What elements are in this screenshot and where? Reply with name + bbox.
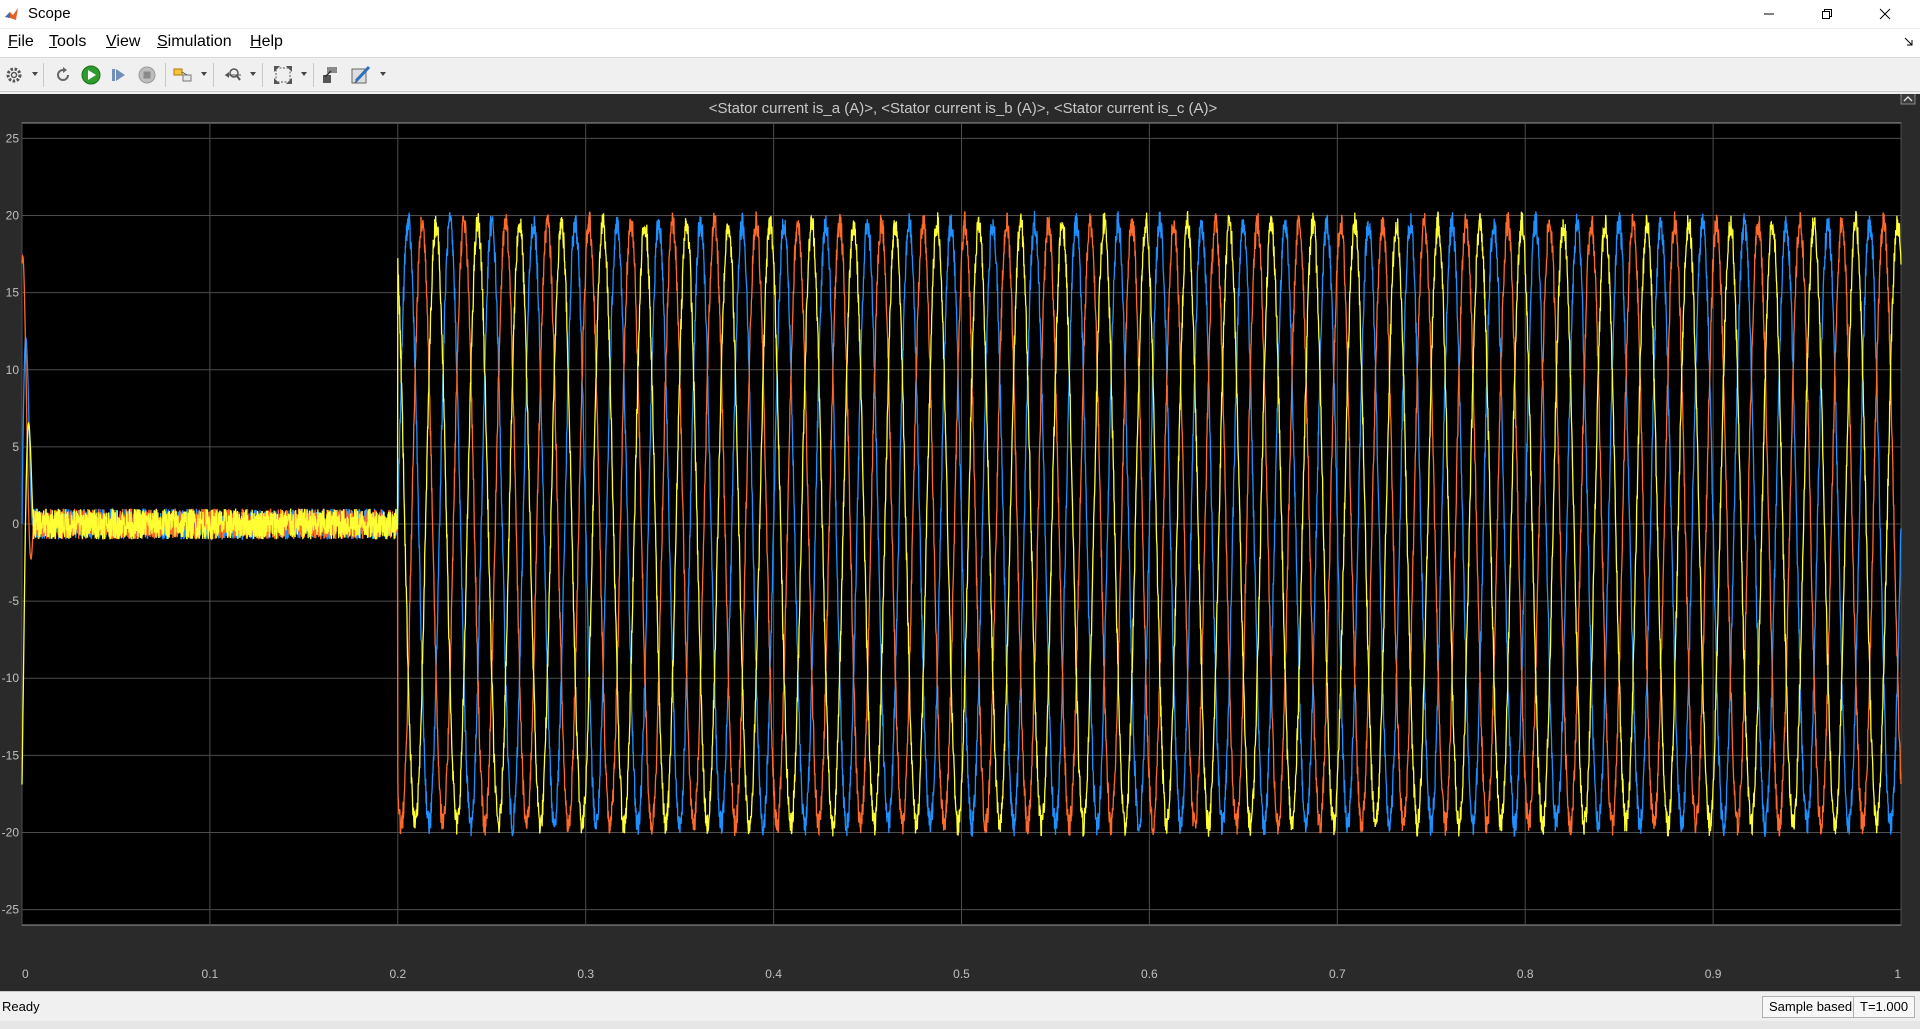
step-back-button[interactable] bbox=[52, 64, 74, 86]
y-tick-label: 25 bbox=[6, 131, 20, 145]
status-text: Ready bbox=[2, 999, 40, 1014]
x-tick-label: 0 bbox=[22, 967, 29, 981]
menu-tools[interactable]: Tools bbox=[49, 33, 86, 51]
highlight-simulink-block-icon bbox=[173, 68, 192, 82]
menu-simulation-label: imulation bbox=[167, 33, 232, 50]
menu-view-mnemonic: V bbox=[106, 33, 117, 50]
restore-view-button[interactable] bbox=[320, 64, 342, 86]
menu-help[interactable]: Help bbox=[250, 33, 283, 51]
x-tick-label: 0.3 bbox=[577, 967, 594, 981]
stop-button[interactable] bbox=[136, 64, 158, 86]
menu-simulation-mnemonic: S bbox=[157, 33, 168, 50]
y-tick-label: 10 bbox=[6, 363, 20, 377]
menu-bar: File Tools View Simulation Help bbox=[0, 29, 1920, 58]
menu-tools-mnemonic: T bbox=[49, 33, 57, 50]
settings-icon bbox=[6, 67, 22, 83]
stop-icon bbox=[138, 66, 156, 84]
style-dropdown-icon[interactable] bbox=[379, 69, 387, 79]
zoom-dropdown-icon[interactable] bbox=[249, 69, 257, 79]
toolbar-separator bbox=[165, 63, 166, 87]
menu-help-label: elp bbox=[261, 33, 283, 50]
menu-file-label: ile bbox=[17, 33, 34, 50]
toolbar bbox=[0, 59, 1920, 92]
matlab-app-icon bbox=[5, 8, 18, 20]
y-tick-label: -20 bbox=[2, 825, 20, 839]
zoom-icon bbox=[225, 68, 241, 81]
window-title: Scope bbox=[28, 5, 71, 22]
toolbar-separator bbox=[213, 63, 214, 87]
scope-display[interactable]: <Stator current is_a (A)>, <Stator curre… bbox=[0, 94, 1920, 991]
close-icon bbox=[1879, 8, 1891, 20]
menu-view[interactable]: View bbox=[106, 33, 140, 51]
autoscale-button[interactable] bbox=[272, 64, 294, 86]
y-tick-label: 0 bbox=[12, 517, 19, 531]
x-tick-label: 0.9 bbox=[1705, 967, 1722, 981]
minimize-button[interactable] bbox=[1740, 0, 1798, 28]
run-icon bbox=[81, 65, 101, 85]
toolbar-separator bbox=[313, 63, 314, 87]
y-tick-label: 15 bbox=[6, 286, 20, 300]
status-bar: Ready Sample based T=1.000 bbox=[0, 991, 1920, 1022]
zoom-button[interactable] bbox=[222, 64, 244, 86]
x-tick-label: 0.8 bbox=[1517, 967, 1534, 981]
style-icon bbox=[351, 65, 371, 84]
x-tick-label: 0.1 bbox=[202, 967, 219, 981]
x-tick-label: 0.2 bbox=[389, 967, 406, 981]
restore-button[interactable] bbox=[1798, 0, 1856, 28]
y-tick-label: -15 bbox=[2, 748, 20, 762]
toolbar-separator bbox=[43, 63, 44, 87]
menu-simulation[interactable]: Simulation bbox=[157, 33, 232, 51]
minimize-icon bbox=[1764, 13, 1774, 15]
y-tick-label: -10 bbox=[2, 671, 20, 685]
scope-chart[interactable]: <Stator current is_a (A)>, <Stator curre… bbox=[0, 94, 1920, 991]
menu-tools-label: ools bbox=[57, 33, 87, 50]
x-tick-label: 1 bbox=[1894, 967, 1901, 981]
autoscale-dropdown-icon[interactable] bbox=[300, 69, 308, 79]
y-tick-label: -25 bbox=[2, 903, 20, 917]
window-bottom-edge bbox=[0, 1021, 1920, 1029]
step-back-icon bbox=[57, 67, 69, 81]
highlight-simulink-block-button[interactable] bbox=[172, 64, 194, 86]
x-axis: 0 0.1 0.2 0.3 0.4 0.5 0.6 0.7 0.8 0.9 1 bbox=[22, 967, 1901, 981]
step-forward-button[interactable] bbox=[108, 64, 130, 86]
autoscale-icon bbox=[274, 66, 292, 84]
y-tick-label: 20 bbox=[6, 209, 20, 223]
maximize-axes-button[interactable] bbox=[1900, 94, 1916, 105]
undock-icon[interactable] bbox=[1904, 37, 1914, 47]
run-button[interactable] bbox=[80, 64, 102, 86]
x-tick-label: 0.6 bbox=[1141, 967, 1158, 981]
y-axis: -25 -20 -15 -10 -5 0 5 10 15 20 25 bbox=[2, 131, 20, 916]
close-button[interactable] bbox=[1856, 0, 1914, 28]
style-button[interactable] bbox=[350, 64, 372, 86]
x-tick-label: 0.5 bbox=[953, 967, 970, 981]
window-titlebar: Scope bbox=[0, 0, 1920, 28]
menu-file[interactable]: File bbox=[8, 33, 34, 51]
restore-icon bbox=[1822, 9, 1832, 19]
simulation-time-indicator: T=1.000 bbox=[1853, 996, 1916, 1018]
x-tick-label: 0.7 bbox=[1329, 967, 1346, 981]
menu-file-mnemonic: F bbox=[8, 33, 18, 50]
menu-view-label: iew bbox=[116, 33, 141, 50]
y-tick-label: 5 bbox=[12, 440, 19, 454]
menu-help-mnemonic: H bbox=[250, 33, 262, 50]
sample-mode-indicator: Sample based bbox=[1762, 996, 1860, 1018]
y-tick-label: -5 bbox=[8, 594, 19, 608]
restore-view-icon bbox=[323, 67, 337, 83]
toolbar-separator bbox=[262, 63, 263, 87]
chart-title: <Stator current is_a (A)>, <Stator curre… bbox=[709, 100, 1218, 117]
settings-dropdown-icon[interactable] bbox=[31, 69, 39, 79]
step-forward-icon bbox=[112, 69, 125, 81]
highlight-dropdown-icon[interactable] bbox=[200, 69, 208, 79]
x-tick-label: 0.4 bbox=[765, 967, 782, 981]
settings-button[interactable] bbox=[3, 64, 25, 86]
